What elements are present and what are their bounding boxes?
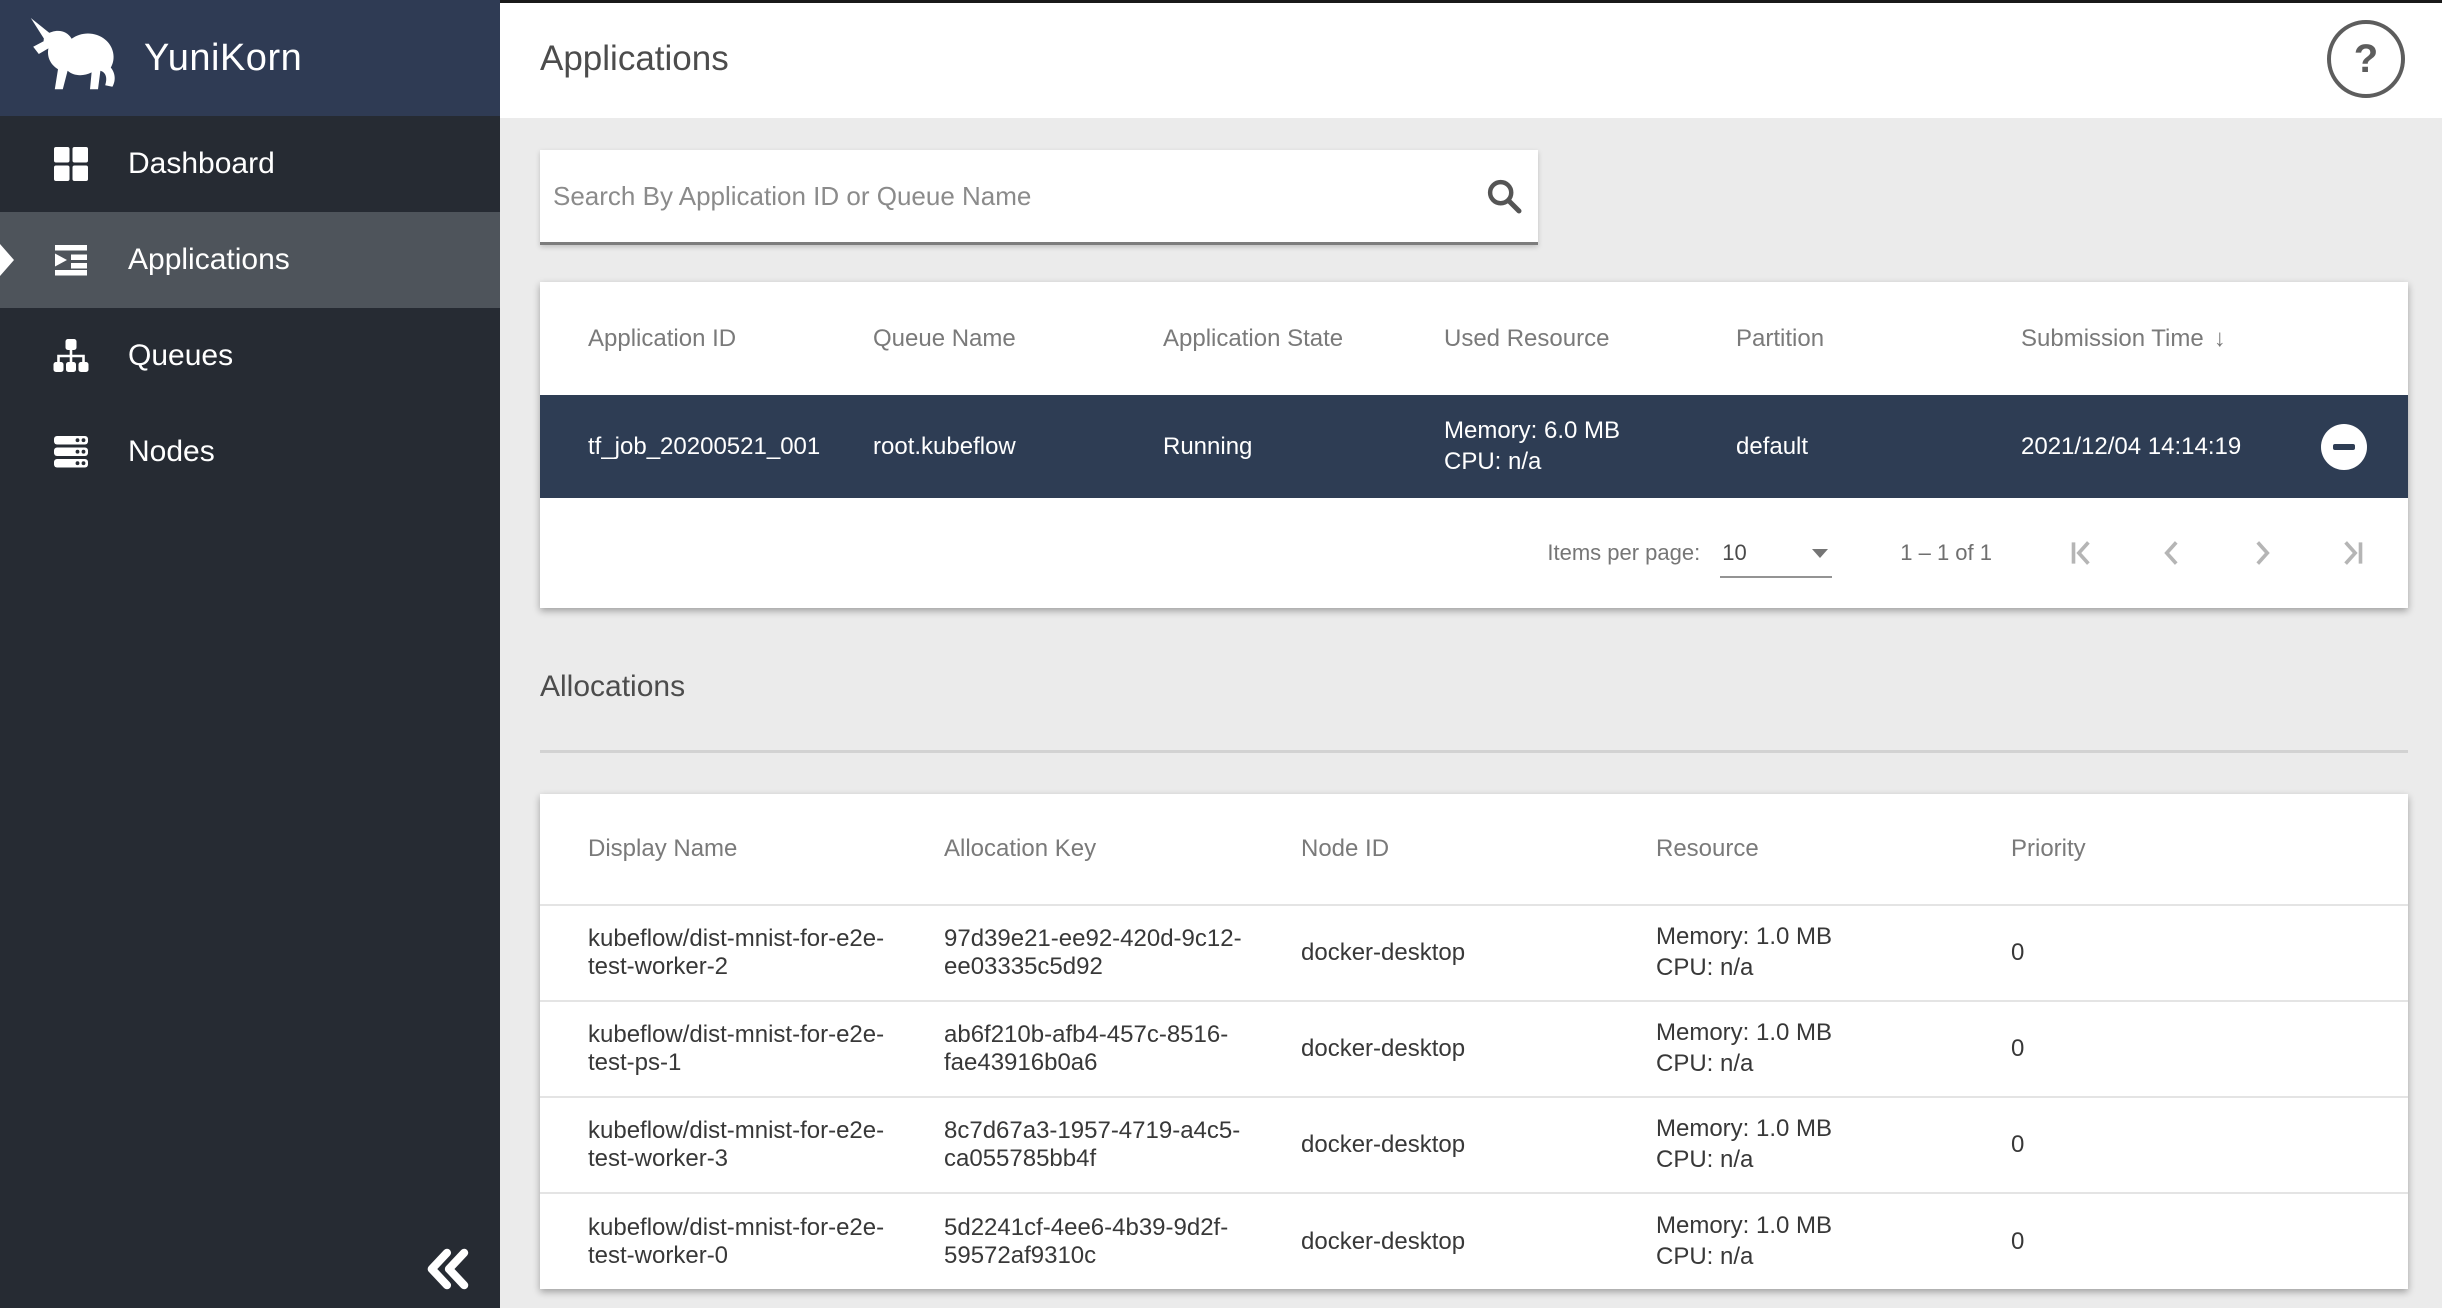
previous-page-button[interactable] [2144,525,2200,581]
column-header-allocation-key: Allocation Key [944,835,1097,862]
allocations-divider [540,750,2408,753]
paginator: Items per page: 10 1 – 1 of 1 [540,498,2408,608]
unicorn-logo-icon [30,18,115,90]
search-icon [1487,179,1522,214]
cell-priority: 0 [1963,904,2408,1001]
help-button[interactable]: ? [2327,20,2405,98]
window-top-edge [500,0,2442,3]
page-header: Applications ? [500,0,2442,118]
applications-table-card: Application ID Queue Name Application St… [540,282,2408,608]
applications-icon [52,241,90,279]
last-page-button[interactable] [2324,525,2380,581]
allocation-row: kubeflow/dist-mnist-for-e2e-test-worker-… [540,1096,2408,1193]
applications-header-row: Application ID Queue Name Application St… [540,282,2408,395]
cell-used-resource: Memory: 6.0 MB CPU: n/a [1444,416,1621,475]
question-mark-icon: ? [2353,36,2379,81]
cell-display-name: kubeflow/dist-mnist-for-e2e-test-worker-… [540,1192,896,1289]
column-header-application-state[interactable]: Application State [1115,282,1396,395]
cell-node-id: docker-desktop [1253,1096,1608,1193]
allocations-table-card: Display Name Allocation Key Node ID Reso… [540,794,2408,1289]
cell-partition: default [1736,432,1809,460]
allocation-row: kubeflow/dist-mnist-for-e2e-test-ps-1 ab… [540,1000,2408,1097]
sidebar-item-label: Nodes [128,435,215,468]
allocations-heading: Allocations [540,670,686,703]
column-header-submission-time[interactable]: Submission Time ↓ [1973,282,2408,395]
sidebar-nav: Dashboard Applications Queues Nodes [0,116,500,500]
items-per-page-label: Items per page: [1547,540,1701,565]
allocations-header-row: Display Name Allocation Key Node ID Reso… [540,794,2408,905]
applications-table: Application ID Queue Name Application St… [540,282,2408,498]
cell-priority: 0 [1963,1192,2408,1289]
cell-application-id: tf_job_20200521_001 [588,432,821,460]
column-header-display-name: Display Name [588,835,738,862]
cell-allocation-key: 97d39e21-ee92-420d-9c12-ee03335c5d92 [896,904,1253,1001]
nodes-icon [52,433,90,471]
cell-resource: Memory: 1.0 MB CPU: n/a [1608,1096,1963,1193]
column-header-application-id[interactable]: Application ID [540,282,825,395]
column-header-partition[interactable]: Partition [1688,282,1973,395]
cell-resource: Memory: 1.0 MB CPU: n/a [1608,1000,1963,1097]
cell-allocation-key: ab6f210b-afb4-457c-8516-fae43916b0a6 [896,1000,1253,1097]
content-area: Application ID Queue Name Application St… [500,118,2442,1289]
allocations-table: Display Name Allocation Key Node ID Reso… [540,794,2408,1289]
sidebar-item-label: Queues [128,339,234,372]
cell-priority: 0 [1963,1000,2408,1097]
sidebar-item-label: Dashboard [128,147,275,180]
app-logo[interactable]: YuniKorn [0,0,500,116]
cell-node-id: docker-desktop [1253,1000,1608,1097]
cell-display-name: kubeflow/dist-mnist-for-e2e-test-worker-… [540,904,896,1001]
page-title: Applications [540,39,729,78]
allocation-row: kubeflow/dist-mnist-for-e2e-test-worker-… [540,1192,2408,1289]
chevron-left-icon [2164,541,2178,565]
sidebar-item-applications[interactable]: Applications [0,212,500,308]
items-per-page-select[interactable]: 10 [1720,538,1833,578]
cell-node-id: docker-desktop [1253,904,1608,1001]
collapse-row-minus-button[interactable] [2321,423,2367,470]
cell-submission-time: 2021/12/04 14:14:19 [1973,395,2408,498]
next-page-button[interactable] [2234,525,2290,581]
sort-desc-arrow-icon: ↓ [2213,324,2226,352]
column-header-resource: Resource [1656,835,1759,862]
cell-resource: Memory: 1.0 MB CPU: n/a [1608,1192,1963,1289]
cell-node-id: docker-desktop [1253,1192,1608,1289]
dashboard-icon [52,145,90,183]
cell-display-name: kubeflow/dist-mnist-for-e2e-test-worker-… [540,1096,896,1193]
chevron-right-icon [2256,541,2270,565]
cell-allocation-key: 8c7d67a3-1957-4719-a4c5-ca055785bb4f [896,1096,1253,1193]
dropdown-caret-icon [1812,548,1829,558]
column-header-node-id: Node ID [1301,835,1390,862]
sidebar: YuniKorn Dashboard Applications Queues N… [0,0,500,1308]
column-header-priority: Priority [2011,835,2086,862]
sidebar-item-label: Applications [128,243,290,276]
cell-priority: 0 [1963,1096,2408,1193]
sidebar-collapse-button[interactable] [422,1248,472,1292]
search-box [540,150,1538,245]
cell-queue-name: root.kubeflow [873,432,1016,460]
queues-icon [52,337,90,375]
cell-allocation-key: 5d2241cf-4ee6-4b39-9d2f-59572af9310c [896,1192,1253,1289]
sidebar-item-dashboard[interactable]: Dashboard [0,116,500,212]
main-area: Applications ? Application ID [500,0,2442,1308]
sidebar-item-nodes[interactable]: Nodes [0,404,500,500]
cell-display-name: kubeflow/dist-mnist-for-e2e-test-ps-1 [540,1000,896,1097]
first-page-icon [2071,541,2090,565]
last-page-icon [2344,541,2363,565]
first-page-button[interactable] [2054,525,2110,581]
minus-icon [2333,443,2355,450]
sidebar-item-queues[interactable]: Queues [0,308,500,404]
column-header-queue-name[interactable]: Queue Name [825,282,1115,395]
app-title: YuniKorn [144,36,303,79]
cell-resource: Memory: 1.0 MB CPU: n/a [1608,904,1963,1001]
collapse-double-chevron-icon [427,1248,469,1290]
application-row-selected[interactable]: tf_job_20200521_001 root.kubeflow Runnin… [540,395,2408,498]
allocation-row: kubeflow/dist-mnist-for-e2e-test-worker-… [540,904,2408,1001]
page-range-label: 1 – 1 of 1 [1900,540,1992,565]
search-input[interactable] [540,150,1460,242]
column-header-used-resource[interactable]: Used Resource [1396,282,1688,395]
cell-application-state: Running [1163,432,1253,460]
